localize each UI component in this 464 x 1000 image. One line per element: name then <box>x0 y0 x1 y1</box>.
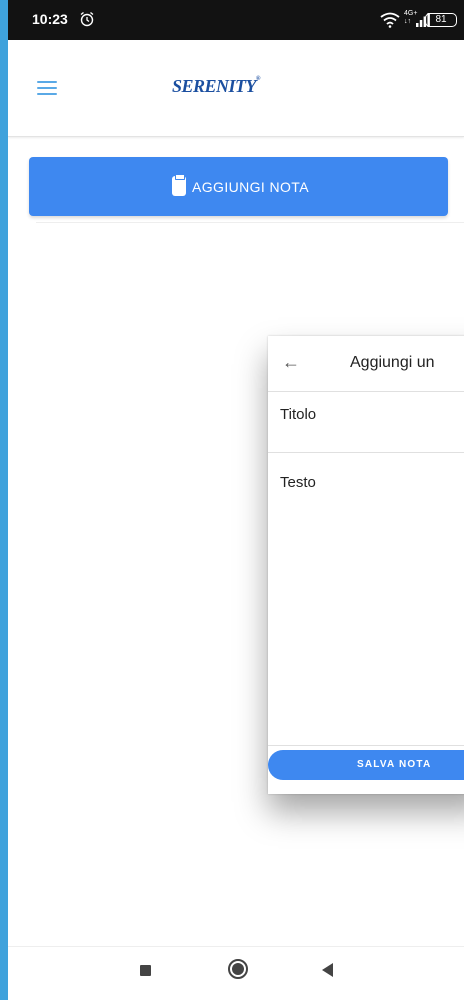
dialog-title: Aggiungi un <box>350 354 435 371</box>
title-field-label: Titolo <box>280 406 317 423</box>
save-note-label: SALVA NOTA <box>357 759 432 770</box>
hamburger-menu-icon[interactable] <box>37 81 57 97</box>
text-input[interactable]: Testo <box>268 453 464 746</box>
wifi-icon <box>380 12 400 33</box>
registered-mark: ® <box>256 76 261 82</box>
status-bar: 10:23 4G+ ↓↑ 81 <box>8 0 464 40</box>
add-note-button[interactable]: AGGIUNGI NOTA <box>29 157 448 216</box>
recent-apps-icon[interactable] <box>140 965 151 976</box>
brand-logo: SERENITY® <box>172 76 261 97</box>
dialog-header: ← Aggiungi un <box>268 336 464 392</box>
app-header: SERENITY® <box>8 40 464 137</box>
title-input[interactable]: Titolo <box>268 392 464 453</box>
text-field-label: Testo <box>280 474 316 491</box>
divider <box>36 222 464 223</box>
add-note-dialog: ← Aggiungi un Titolo Testo SALVA NOTA <box>268 336 464 794</box>
alarm-clock-icon <box>79 11 95 32</box>
save-note-button[interactable]: SALVA NOTA <box>268 750 464 780</box>
add-note-label: AGGIUNGI NOTA <box>192 179 309 195</box>
back-icon[interactable] <box>322 963 333 977</box>
home-icon[interactable] <box>228 959 248 979</box>
brand-name: SERENITY <box>172 76 257 96</box>
status-time: 10:23 <box>32 11 68 27</box>
clipboard-icon <box>172 175 186 196</box>
system-navigation-bar <box>8 946 464 1000</box>
network-activity-label: ↓↑ <box>404 18 411 25</box>
back-arrow-icon[interactable]: ← <box>282 352 300 373</box>
phone-screen: 10:23 4G+ ↓↑ 81 SERENITY® AGGIUNGI NOTA … <box>8 0 464 1000</box>
battery-indicator: 81 <box>425 13 457 27</box>
